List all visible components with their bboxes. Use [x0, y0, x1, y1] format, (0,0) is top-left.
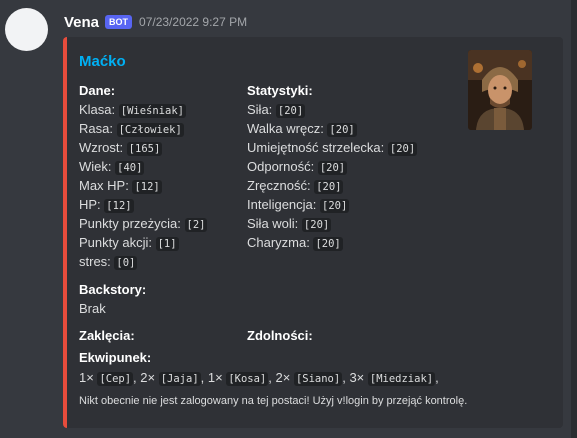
- field-zdolnosci-name: Zdolności:: [247, 328, 313, 343]
- dane-value: [12]: [104, 199, 134, 213]
- dane-value: [165]: [126, 142, 163, 156]
- dane-value: [Wieśniak]: [118, 104, 186, 118]
- stat-label: Siła woli:: [247, 216, 302, 231]
- dane-value: [0]: [114, 256, 138, 270]
- field-dane-values: Klasa: [Wieśniak] Rasa: [Człowiek] Wzrost:…: [79, 100, 208, 271]
- equipment-separator: ,: [435, 370, 439, 385]
- stat-label: Inteligencja:: [247, 197, 320, 212]
- equipment-count: 3×: [349, 370, 368, 385]
- stat-value: [20]: [327, 123, 357, 137]
- field-ekwipunek-name: Ekwipunek:: [79, 350, 152, 365]
- dane-line: HP: [12]: [79, 195, 207, 214]
- message-header: Vena BOT 07/23/2022 9:27 PM: [64, 12, 247, 32]
- field-dane-name: Dane:: [79, 83, 116, 98]
- field-zaklecia-name: Zaklęcia:: [79, 328, 135, 343]
- dane-value: [40]: [115, 161, 145, 175]
- dane-label: Wzrost:: [79, 140, 127, 155]
- dane-value: [2]: [184, 218, 208, 232]
- stat-value: [20]: [387, 142, 418, 156]
- character-embed: Maćko Dane: Klasa: [Wieśniak] Rasa: [Czło…: [63, 37, 563, 428]
- embed-title[interactable]: Maćko: [79, 53, 126, 70]
- stat-line: Inteligencja: [20]: [247, 195, 417, 214]
- portrait-image: [468, 50, 532, 130]
- stat-line: Charyzma: [20]: [247, 233, 417, 252]
- timestamp[interactable]: 07/23/2022 9:27 PM: [139, 15, 247, 29]
- equipment-item: [Jaja]: [158, 372, 201, 386]
- equipment-count: 2×: [140, 370, 159, 385]
- dane-line: Wiek: [40]: [79, 157, 207, 176]
- dane-line: Punkty akcji: [1]: [79, 233, 207, 252]
- dane-label: Wiek:: [79, 159, 116, 174]
- scrollbar-track[interactable]: [571, 0, 577, 438]
- user-avatar[interactable]: [5, 8, 48, 51]
- field-ekwipunek-value: 1× [Cep], 2× [Jaja], 1× [Kosa], 2× [Sian…: [79, 368, 439, 387]
- stat-value: [20]: [313, 237, 343, 251]
- stat-line: Siła: [20]: [247, 100, 417, 119]
- stat-label: Walka wręcz:: [247, 121, 328, 136]
- equipment-item: [Miedziak]: [367, 372, 436, 386]
- dane-label: Max HP:: [79, 178, 133, 193]
- stat-value: [20]: [275, 104, 306, 118]
- stat-value: [20]: [317, 161, 348, 175]
- dane-line: stres: [0]: [79, 252, 207, 271]
- stat-line: Siła woli: [20]: [247, 214, 417, 233]
- equipment-item: [Kosa]: [226, 372, 269, 386]
- stat-value: [20]: [320, 199, 350, 213]
- dane-line: Klasa: [Wieśniak]: [79, 100, 207, 119]
- equipment-item: [Siano]: [293, 372, 343, 386]
- equipment-separator: ,: [268, 370, 276, 385]
- embed-footer: Nikt obecnie nie jest zalogowany na tej …: [79, 395, 468, 407]
- equipment-count: 1×: [207, 370, 227, 385]
- dane-label: Punkty przeżycia:: [79, 216, 185, 231]
- dane-label: stres:: [79, 254, 115, 269]
- stat-label: Odporność:: [247, 159, 318, 174]
- dane-label: Punkty akcji:: [79, 235, 156, 250]
- bot-tag: BOT: [105, 15, 133, 29]
- stat-label: Umiejętność strzelecka:: [247, 140, 388, 155]
- dane-line: Rasa: [Człowiek]: [79, 119, 207, 138]
- dane-value: [12]: [132, 180, 162, 194]
- stat-label: Zręczność:: [247, 178, 315, 193]
- character-portrait-thumbnail[interactable]: [468, 50, 532, 130]
- dane-value: [Człowiek]: [116, 123, 184, 137]
- dane-label: Klasa:: [79, 102, 119, 117]
- stat-line: Walka wręcz: [20]: [247, 119, 417, 138]
- field-statystyki-name: Statystyki:: [247, 83, 313, 98]
- username[interactable]: Vena: [64, 14, 99, 31]
- field-backstory-name: Backstory:: [79, 282, 147, 297]
- stat-label: Siła:: [247, 102, 276, 117]
- stat-value: [20]: [301, 218, 332, 232]
- equipment-item: [Cep]: [97, 372, 134, 386]
- dane-label: HP:: [79, 197, 105, 212]
- dane-value: [1]: [155, 237, 179, 251]
- stat-line: Odporność: [20]: [247, 157, 417, 176]
- field-backstory-value: Brak: [79, 301, 106, 316]
- dane-label: Rasa:: [79, 121, 117, 136]
- stat-line: Umiejętność strzelecka: [20]: [247, 138, 418, 157]
- equipment-count: 2×: [275, 370, 294, 385]
- dane-line: Max HP: [12]: [79, 176, 207, 195]
- dane-line: Punkty przeżycia: [2]: [79, 214, 208, 233]
- equipment-count: 1×: [79, 370, 98, 385]
- stat-line: Zręczność: [20]: [247, 176, 417, 195]
- equipment-separator: ,: [200, 370, 208, 385]
- stat-label: Charyzma:: [247, 235, 314, 250]
- dane-line: Wzrost: [165]: [79, 138, 207, 157]
- field-statystyki-values: Siła: [20] Walka wręcz: [20] Umiejętność s…: [247, 100, 418, 252]
- stat-value: [20]: [314, 180, 344, 194]
